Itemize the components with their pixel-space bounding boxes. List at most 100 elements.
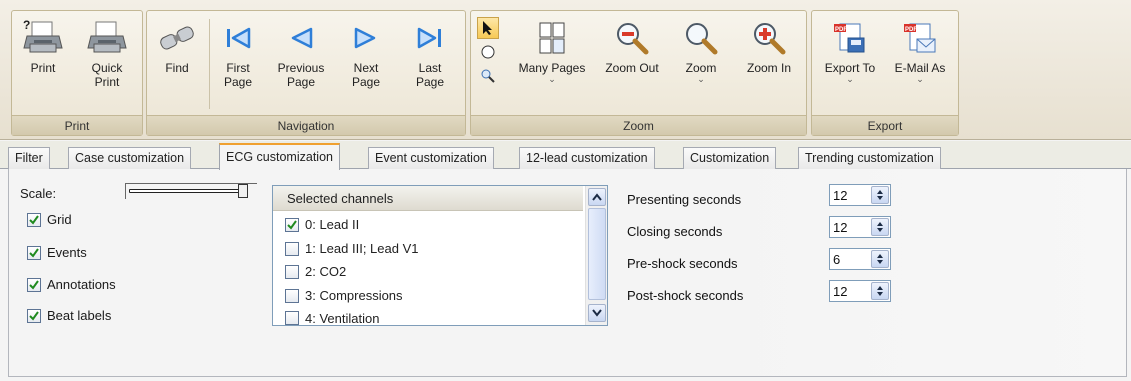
selected-channels-header[interactable]: Selected channels [273,186,583,211]
scroll-down-button[interactable] [588,304,606,322]
tab-ecg-customization[interactable]: ECG customization [219,143,340,170]
zoom-group: Many Pages ⌄ Zoom Out Zoom ⌄ Zoom In Zoo… [470,10,807,136]
zoom-dropdown-icon: ⌄ [697,74,705,84]
email-as-dropdown-icon: ⌄ [916,74,924,84]
spin-arrows-icon [877,222,883,232]
beat-labels-option[interactable]: Beat labels [27,308,111,323]
print-group-label: Print [12,115,142,135]
zoom-out-label: Zoom Out [605,61,659,75]
annotations-option[interactable]: Annotations [27,277,116,292]
navigation-group-label: Navigation [147,115,465,135]
closing-seconds-input[interactable] [833,218,867,236]
hand-tool-button[interactable] [477,41,499,63]
channel-item-ventilation[interactable]: 4: Ventilation [285,311,379,325]
events-option[interactable]: Events [27,245,87,260]
channel-checkbox[interactable] [285,264,299,279]
presenting-seconds-input[interactable] [833,186,867,204]
last-page-button[interactable]: Last Page [409,17,451,89]
export-to-button[interactable]: PDF Export To ⌄ [816,17,884,84]
next-page-button[interactable]: Next Page [345,17,387,89]
pre-shock-seconds-label: Pre-shock seconds [627,256,738,271]
scroll-up-button[interactable] [588,188,606,206]
presenting-seconds-stepper[interactable] [829,184,891,206]
tab-customization[interactable]: Customization [683,147,777,169]
channel-item-lead-ii[interactable]: 0: Lead II [285,217,359,232]
quick-printer-icon [85,17,129,59]
channel-checkbox[interactable] [285,217,299,232]
many-pages-dropdown-icon: ⌄ [548,74,556,84]
last-page-icon [408,17,452,59]
previous-page-label: Previous Page [277,61,325,89]
next-page-label: Next Page [351,61,381,89]
stepper-arrows[interactable] [871,282,889,300]
channel-item-co2[interactable]: 2: CO2 [285,264,346,279]
scale-slider-track [129,189,239,193]
channel-checkbox[interactable] [285,241,299,256]
channel-checkbox[interactable] [285,288,299,303]
tab-12-lead-customization[interactable]: 12-lead customization [519,147,655,169]
check-icon [287,219,297,230]
find-button[interactable]: Find [153,17,201,75]
email-as-button[interactable]: PDF E-Mail As ⌄ [888,17,952,84]
zoom-in-label: Zoom In [746,61,791,75]
channel-checkbox[interactable] [285,311,299,325]
zoom-button[interactable]: Zoom ⌄ [679,17,723,84]
channels-scrollbar[interactable] [585,186,607,325]
closing-seconds-stepper[interactable] [829,216,891,238]
many-pages-icon [530,17,574,59]
pre-shock-seconds-input[interactable] [833,250,867,268]
zoom-in-icon [747,17,791,59]
pre-shock-seconds-stepper[interactable] [829,248,891,270]
email-pdf-icon: PDF [898,17,942,59]
tab-trending-customization[interactable]: Trending customization [798,147,941,169]
beat-labels-checkbox[interactable] [27,308,41,323]
print-label: Print [30,61,56,75]
tab-case-customization[interactable]: Case customization [68,147,192,169]
post-shock-seconds-stepper[interactable] [829,280,891,302]
print-group: ? Print Quick Print Print [11,10,143,136]
navigation-group: Find First Page Previous Page Next Page … [146,10,466,136]
grid-option[interactable]: Grid [27,212,72,227]
selected-channels-list[interactable]: Selected channels 0: Lead II 1: Lead III… [272,185,608,326]
svg-text:PDF: PDF [835,27,847,33]
export-group: PDF Export To ⌄ PDF E-Mail As ⌄ Export [811,10,959,136]
many-pages-button[interactable]: Many Pages ⌄ [509,17,595,84]
quick-print-button[interactable]: Quick Print [82,17,132,89]
scale-slider[interactable] [125,183,265,199]
hand-icon [481,45,495,59]
chevron-down-icon [592,309,602,317]
stepper-arrows[interactable] [871,218,889,236]
stepper-arrows[interactable] [871,186,889,204]
post-shock-seconds-input[interactable] [833,282,867,300]
first-page-button[interactable]: First Page [215,17,261,89]
tab-filter[interactable]: Filter [8,147,50,169]
zoom-in-button[interactable]: Zoom In [739,17,799,75]
chevron-up-icon [592,193,602,201]
first-page-icon [216,17,260,59]
stepper-arrows[interactable] [871,250,889,268]
last-page-label: Last Page [415,61,445,89]
zoom-group-label: Zoom [471,115,806,135]
pointer-tool-button[interactable] [477,17,499,39]
print-button[interactable]: ? Print [20,17,66,75]
events-checkbox[interactable] [27,245,41,260]
scroll-thumb[interactable] [588,208,606,300]
channel-item-lead-iii-v1[interactable]: 1: Lead III; Lead V1 [285,241,418,256]
scale-label: Scale: [20,186,57,201]
grid-checkbox[interactable] [27,212,41,227]
check-icon [29,279,39,290]
spin-arrows-icon [877,190,883,200]
export-group-label: Export [812,115,958,135]
arrow-cursor-icon [483,21,492,35]
previous-page-button[interactable]: Previous Page [273,17,329,89]
zoom-tool-button[interactable] [477,65,499,87]
annotations-checkbox[interactable] [27,277,41,292]
channel-label: 1: Lead III; Lead V1 [305,241,419,256]
scale-slider-thumb[interactable] [238,184,248,198]
zoom-out-button[interactable]: Zoom Out [601,17,663,75]
annotations-label: Annotations [47,277,116,292]
tab-event-customization[interactable]: Event customization [368,147,494,169]
channel-item-compressions[interactable]: 3: Compressions [285,288,403,303]
channel-label: 2: CO2 [305,264,347,279]
customization-tabs: Filter Case customization ECG customizat… [0,141,1131,170]
